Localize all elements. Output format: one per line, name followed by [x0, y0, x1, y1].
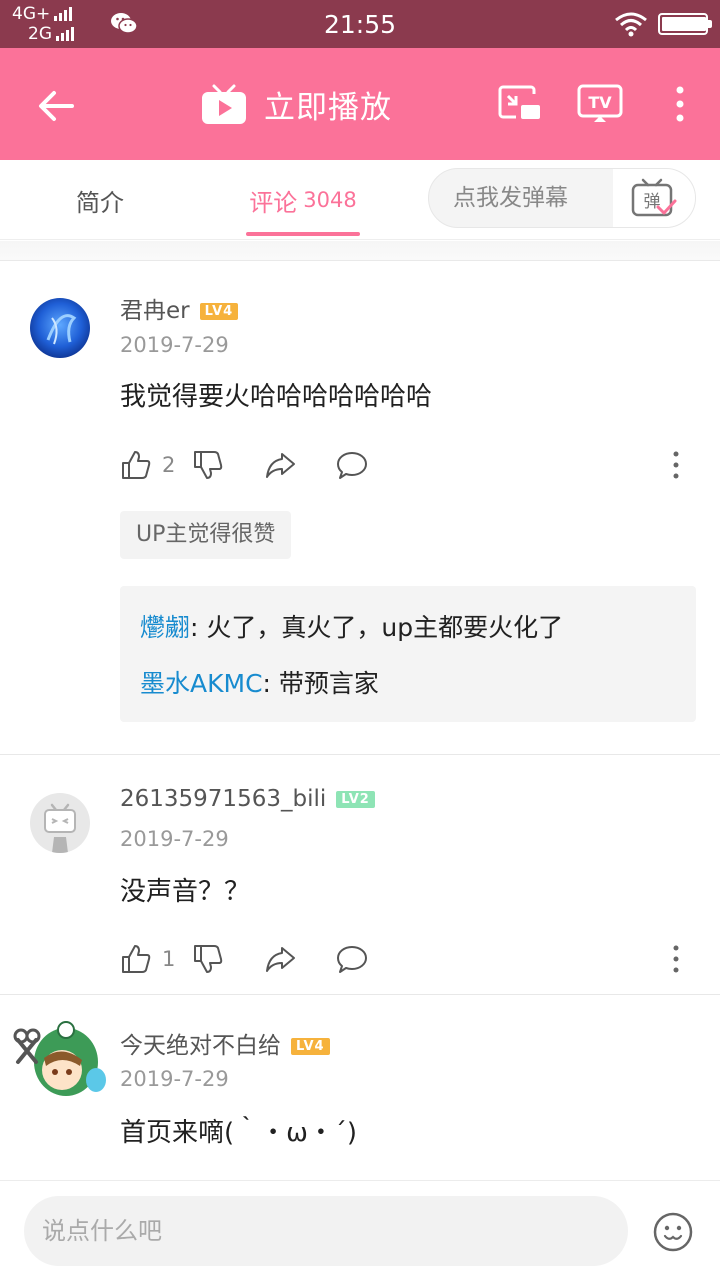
play-now-label: 立即播放	[264, 89, 392, 126]
share-icon[interactable]	[264, 449, 296, 481]
tab-intro[interactable]: 简介	[40, 160, 160, 240]
avatar[interactable]	[30, 793, 90, 853]
avatar[interactable]	[30, 298, 90, 358]
reply-icon[interactable]	[336, 943, 368, 975]
username[interactable]: 今天绝对不白给 LV4	[120, 1026, 330, 1060]
comments-count: 3048	[303, 188, 357, 212]
comment-date: 2019-7-29	[120, 333, 229, 357]
level-badge: LV4	[199, 303, 239, 320]
username[interactable]: 君冉er LV4	[120, 291, 239, 325]
status-bar: 4G+ 2G 21:55	[0, 0, 720, 48]
share-icon[interactable]	[264, 943, 296, 975]
reply-text: : 带预言家	[262, 669, 379, 698]
comment-text: 没声音？？	[120, 877, 251, 907]
like-icon[interactable]	[120, 449, 152, 481]
reply-username[interactable]: 墨水AKMC	[140, 669, 263, 698]
svg-text:TV: TV	[588, 93, 612, 112]
comment-input-bar: 说点什么吧	[0, 1180, 720, 1280]
reply-username[interactable]: 爩翽	[140, 613, 190, 642]
like-count: 2	[162, 453, 176, 477]
battery-icon	[658, 13, 712, 35]
comment-actions: 1	[120, 939, 368, 979]
danmaku-icon: 弹	[631, 178, 677, 217]
comment-date: 2019-7-29	[120, 1067, 229, 1091]
divider	[0, 994, 720, 995]
tab-shadow	[0, 241, 720, 261]
username-text: 君冉er	[120, 298, 190, 324]
back-arrow-icon	[39, 91, 74, 121]
tab-bar: 简介 评论 3048 点我发弹幕 弹	[0, 160, 720, 240]
comment-date: 2019-7-29	[120, 827, 229, 851]
danmaku-toggle[interactable]: 弹	[613, 169, 695, 227]
tab-active-indicator	[246, 232, 360, 236]
reply-item[interactable]: 爩翽: 火了，真火了，up主都要火化了	[140, 608, 563, 644]
play-now-button[interactable]: 立即播放	[200, 76, 392, 132]
top-bar: 立即播放 TV	[0, 48, 720, 160]
level-badge: LV4	[291, 1038, 330, 1055]
dislike-icon[interactable]	[192, 449, 224, 481]
danmaku-placeholder: 点我发弹幕	[453, 185, 568, 211]
username-text: 26135971563_bili	[120, 786, 327, 812]
comment-actions: 2	[120, 445, 368, 485]
cast-icon[interactable]	[496, 82, 544, 126]
like-icon[interactable]	[120, 943, 152, 975]
tab-intro-label: 简介	[76, 188, 124, 217]
comment-input[interactable]: 说点什么吧	[24, 1196, 628, 1266]
reply-text: : 火了，真火了，up主都要火化了	[190, 613, 564, 642]
tv-play-icon	[202, 84, 246, 124]
reply-icon[interactable]	[336, 449, 368, 481]
username-text: 今天绝对不白给	[120, 1033, 281, 1059]
back-button[interactable]	[30, 80, 82, 132]
dislike-icon[interactable]	[192, 943, 224, 975]
like-count: 1	[162, 947, 176, 971]
comment-more-icon[interactable]	[664, 449, 688, 481]
wifi-icon	[615, 12, 647, 37]
emoji-icon[interactable]	[652, 1211, 694, 1253]
more-vertical-icon[interactable]	[664, 82, 696, 126]
reply-preview[interactable]: 爩翽: 火了，真火了，up主都要火化了 墨水AKMC: 带预言家	[120, 586, 696, 722]
divider	[0, 754, 720, 755]
username[interactable]: 26135971563_bili LV2	[120, 786, 375, 812]
tab-comments-label: 评论	[249, 188, 298, 217]
up-liked-tag: UP主觉得很赞	[120, 511, 292, 559]
avatar[interactable]	[10, 1014, 110, 1100]
comment-more-icon[interactable]	[664, 943, 688, 975]
level-badge: LV2	[336, 791, 375, 808]
clock: 21:55	[323, 10, 397, 39]
tv-icon[interactable]: TV	[576, 82, 624, 126]
reply-item[interactable]: 墨水AKMC: 带预言家	[140, 664, 379, 700]
comment-text: 首页来嘀(｀・ω・´)	[120, 1118, 358, 1148]
tab-comments[interactable]: 评论 3048	[246, 160, 360, 240]
danmaku-input-button[interactable]: 点我发弹幕 弹	[428, 168, 696, 228]
comment-text: 我觉得要火哈哈哈哈哈哈哈	[120, 382, 433, 412]
